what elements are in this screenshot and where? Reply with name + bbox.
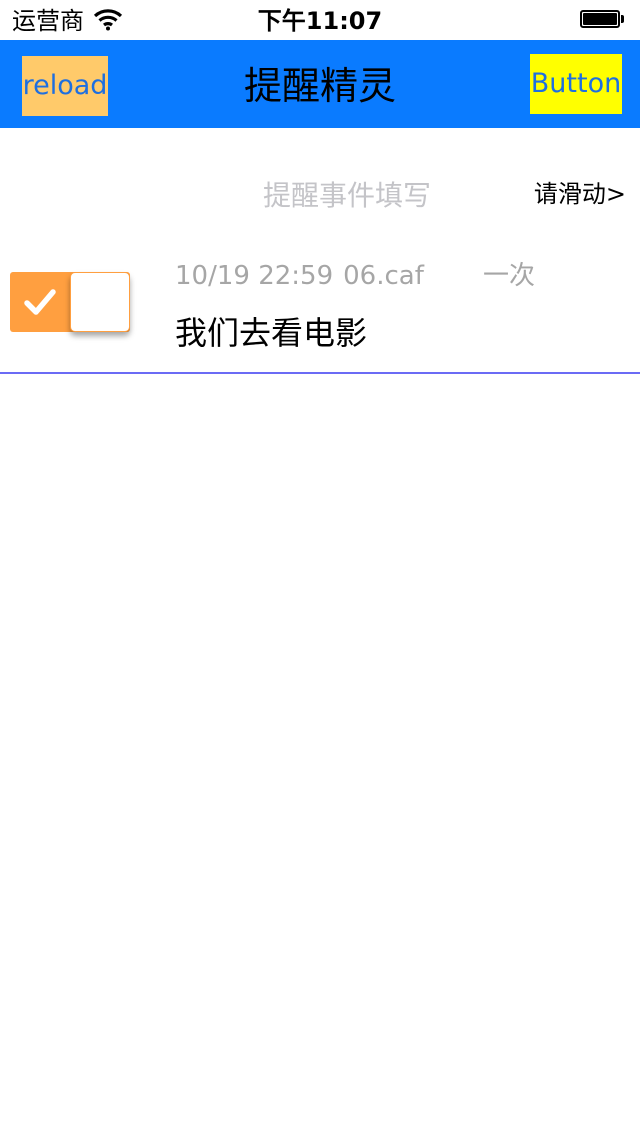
reminder-sound-file: 06.caf (343, 261, 424, 291)
reminder-row[interactable]: 10/19 22:59 06.caf 一次 我们去看电影 (0, 240, 640, 374)
app-screen: 运营商 下午11:07 reload 提醒精灵 Button 请滑动> (0, 0, 640, 1136)
status-bar: 运营商 下午11:07 (0, 0, 640, 40)
toggle-knob (70, 272, 130, 332)
reminder-toggle[interactable] (10, 272, 130, 332)
reminder-meta: 10/19 22:59 06.caf 一次 (175, 258, 535, 294)
navigation-bar: reload 提醒精灵 Button (0, 40, 640, 128)
reload-button[interactable]: reload (22, 56, 108, 116)
reminder-text: 我们去看电影 (175, 314, 368, 352)
status-time: 下午11:07 (257, 7, 383, 35)
swipe-hint: 请滑动> (533, 180, 626, 208)
event-input[interactable] (180, 170, 514, 220)
reminder-datetime: 10/19 22:59 (175, 261, 334, 291)
checkmark-icon (24, 289, 56, 315)
new-reminder-row: 请滑动> (0, 160, 640, 230)
battery-icon (580, 10, 626, 30)
right-nav-button[interactable]: Button (530, 54, 622, 114)
reminder-repeat: 一次 (483, 261, 536, 291)
